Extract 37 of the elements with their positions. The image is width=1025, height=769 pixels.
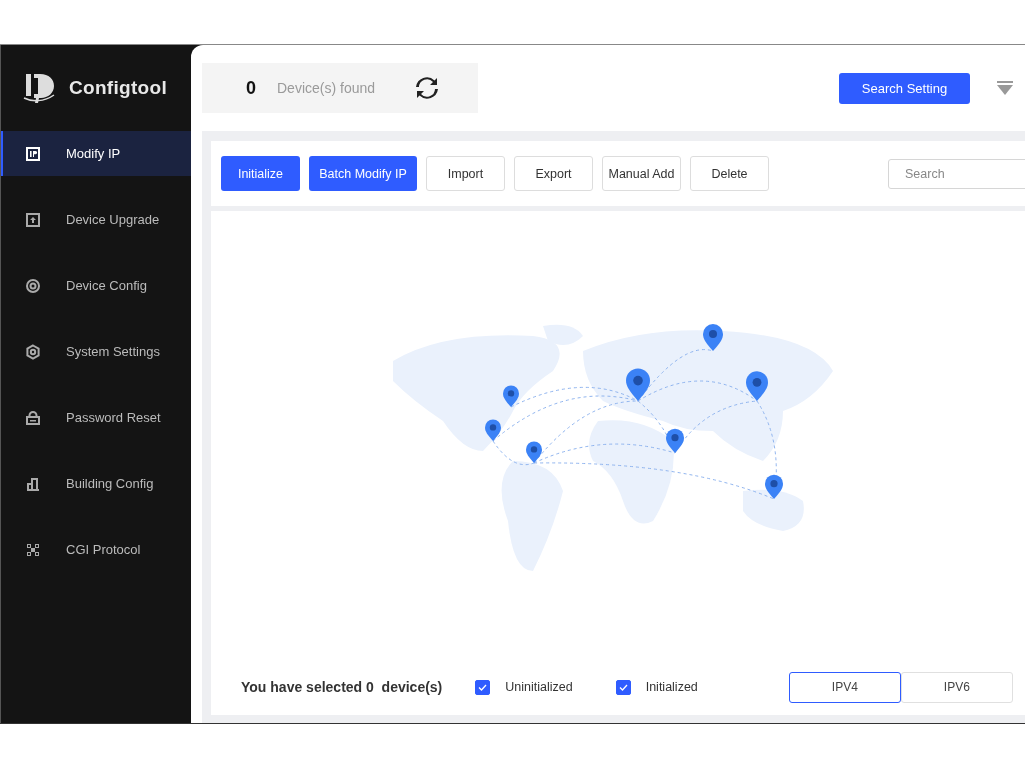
sidebar-item[interactable]: Device Config bbox=[1, 263, 191, 308]
sidebar-item[interactable]: Modify IP bbox=[1, 131, 191, 176]
checkmark-icon bbox=[618, 683, 628, 691]
ip-version-tab[interactable]: IPV4 bbox=[788, 671, 901, 703]
checkbox[interactable] bbox=[615, 679, 631, 695]
checkbox[interactable] bbox=[475, 679, 491, 695]
sidebar-item[interactable]: System Settings bbox=[1, 329, 191, 374]
lock-icon bbox=[25, 409, 41, 426]
checkbox-label: Uninitialized bbox=[505, 680, 573, 694]
toolbar-button[interactable]: Initialize bbox=[221, 156, 300, 191]
search-setting-button[interactable]: Search Setting bbox=[839, 72, 970, 104]
device-found-label: Device(s) found bbox=[277, 80, 376, 96]
search-field[interactable]: Search bbox=[888, 158, 1025, 189]
toolbar-button[interactable]: Import bbox=[426, 156, 505, 191]
building-icon bbox=[25, 475, 41, 492]
target-icon bbox=[25, 277, 41, 294]
filter-icon[interactable] bbox=[997, 81, 1013, 95]
refresh-icon[interactable] bbox=[415, 76, 440, 100]
toolbar-button[interactable]: Batch Modify IP bbox=[309, 156, 417, 191]
grid-icon bbox=[25, 541, 41, 558]
selection-summary: You have selected 0 device(s) bbox=[241, 679, 443, 695]
hexagon-gear-icon bbox=[25, 343, 41, 360]
toolbar-button[interactable]: Export bbox=[514, 156, 593, 191]
sidebar-item[interactable]: Password Reset bbox=[1, 395, 191, 440]
ip-version-tab[interactable]: IPV6 bbox=[900, 671, 1013, 703]
device-count: 0 bbox=[246, 77, 257, 99]
sidebar-item[interactable]: CGI Protocol bbox=[1, 527, 191, 572]
sidebar-item[interactable]: Building Config bbox=[1, 461, 191, 506]
toolbar-button[interactable]: Delete bbox=[690, 156, 769, 191]
logo-icon bbox=[23, 71, 57, 105]
ip-icon bbox=[25, 145, 41, 162]
checkbox-label: Initialized bbox=[645, 680, 698, 694]
upload-icon bbox=[25, 211, 41, 228]
toolbar-button[interactable]: Manual Add bbox=[602, 156, 681, 191]
sidebar-item[interactable]: Device Upgrade bbox=[1, 197, 191, 242]
app-name: Configtool bbox=[69, 77, 167, 99]
checkmark-icon bbox=[478, 683, 488, 691]
